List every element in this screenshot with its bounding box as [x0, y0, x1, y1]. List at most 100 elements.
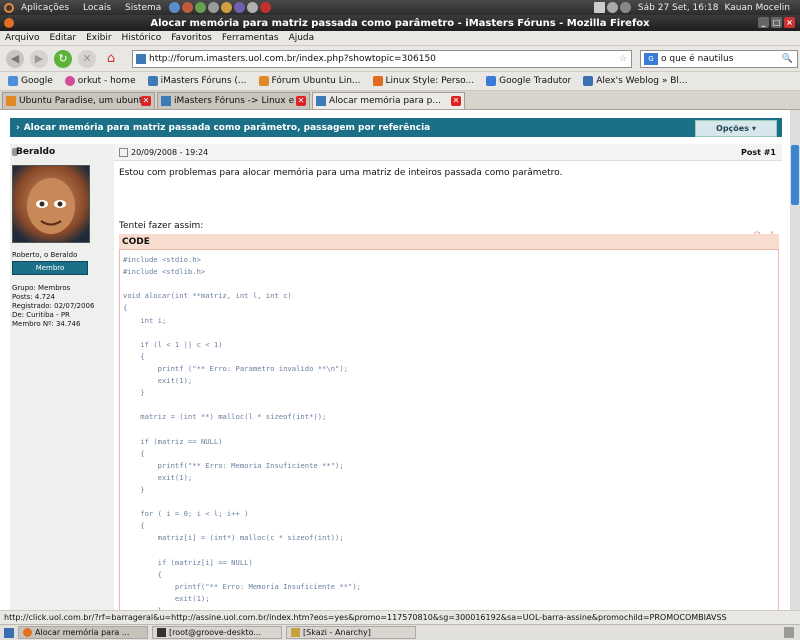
menu-system[interactable]: Sistema: [118, 3, 168, 13]
bookmarks-toolbar: Google orkut - home iMasters Fóruns (...…: [0, 72, 800, 91]
menu-places[interactable]: Locais: [76, 3, 118, 13]
search-text: o que é nautilus: [661, 54, 734, 64]
url-input[interactable]: http://forum.imasters.uol.com.br/index.p…: [132, 50, 632, 68]
menu-applications[interactable]: Aplicações: [14, 3, 76, 13]
favicon-icon: [147, 76, 158, 86]
window-title-bar[interactable]: Alocar memória para matriz passada como …: [0, 15, 800, 31]
menu-history[interactable]: Histórico: [117, 33, 167, 43]
network-icon[interactable]: [619, 2, 631, 13]
menu-tools[interactable]: Ferramentas: [217, 33, 284, 43]
favicon-icon: [8, 76, 18, 86]
site-favicon-icon: [136, 54, 146, 64]
launcher-icon[interactable]: [247, 2, 259, 13]
code-line: }: [123, 484, 145, 494]
status-url: http://click.uol.com.br/?rf=barrageral&u…: [4, 613, 727, 622]
mail-icon[interactable]: [593, 2, 605, 13]
bookmark-item[interactable]: Alex's Weblog » Bl...: [579, 76, 691, 86]
google-icon[interactable]: G: [644, 53, 658, 65]
menu-bookmarks[interactable]: Favoritos: [166, 33, 217, 43]
bookmark-item[interactable]: Linux Style: Perso...: [369, 76, 479, 86]
star-icon[interactable]: ☆: [619, 54, 627, 64]
favicon-icon: [486, 76, 497, 86]
code-block[interactable]: #include <stdio.h> #include <stdlib.h> voi…: [119, 249, 779, 610]
author-name[interactable]: Beraldo: [16, 147, 55, 157]
code-line: printf ("** Erro: Parametro invalido **\…: [123, 363, 349, 373]
code-line: {: [123, 351, 145, 361]
scrollbar[interactable]: [790, 110, 800, 610]
tab[interactable]: iMasters Fóruns -> Linux e di... ✕: [157, 92, 310, 109]
author-posts: Posts: 4.724: [12, 293, 55, 301]
code-line: }: [123, 388, 145, 398]
chevron-down-icon: ▾: [751, 124, 756, 133]
code-line: matriz[i] = (int*) malloc(c * sizeof(int…: [123, 533, 344, 543]
code-line: {: [123, 448, 145, 458]
code-line: {: [123, 521, 145, 531]
window-title: Alocar memória para matriz passada como …: [150, 17, 650, 29]
author-registered: Registrado: 02/07/2006: [12, 302, 95, 310]
firefox-icon: [23, 628, 32, 637]
menu-view[interactable]: Exibir: [81, 33, 116, 43]
close-tab-icon[interactable]: ✕: [296, 96, 306, 106]
page-content: › Alocar memória para matriz passada com…: [0, 110, 790, 610]
menu-file[interactable]: Arquivo: [0, 33, 44, 43]
tab-active[interactable]: Alocar memória para p... ✕: [312, 92, 465, 109]
user-name[interactable]: Kauan Mocelin: [724, 3, 790, 13]
ubuntu-logo-icon[interactable]: [4, 2, 14, 13]
code-line: void alocar(int **matriz, int l, int c): [123, 291, 292, 301]
code-line: {: [123, 303, 128, 313]
stop-icon[interactable]: ✕: [78, 49, 96, 68]
code-line: exit(1);: [123, 376, 193, 385]
scrollbar-thumb[interactable]: [791, 145, 799, 205]
top-panel: Aplicações Locais Sistema Sáb 27 Set, 16…: [0, 0, 800, 15]
forward-icon[interactable]: ▶: [30, 49, 48, 68]
home-icon[interactable]: ⌂: [102, 50, 120, 68]
launcher-icon[interactable]: [208, 2, 220, 13]
close-tab-icon[interactable]: ✕: [141, 96, 151, 106]
post-date: 20/09/2008 - 19:24: [131, 147, 209, 157]
taskbar-item[interactable]: [Skazi - Anarchy]: [286, 626, 416, 639]
search-icon[interactable]: 🔍: [782, 54, 793, 64]
clock[interactable]: Sáb 27 Set, 16:18: [638, 3, 719, 13]
options-button[interactable]: Opções ▾: [695, 120, 777, 137]
code-line: {: [123, 569, 162, 579]
terminal-icon: [157, 628, 166, 637]
launcher-icon[interactable]: [221, 2, 233, 13]
code-line: if (matriz == NULL): [123, 436, 223, 446]
taskbar-item[interactable]: [root@groove-deskto...: [152, 626, 282, 639]
avatar: [12, 165, 90, 243]
favicon-icon: [64, 76, 75, 86]
member-badge: Membro: [12, 261, 88, 275]
launcher-icon[interactable]: [182, 2, 194, 13]
favicon-icon: [6, 96, 16, 106]
post-body: 20/09/2008 - 19:24 Post #1 Estou com pro…: [114, 144, 782, 610]
taskbar: Alocar memória para ... [root@groove-des…: [0, 624, 800, 640]
bookmark-item[interactable]: iMasters Fóruns (...: [144, 76, 251, 86]
post-number[interactable]: Post #1: [741, 148, 776, 157]
minimize-icon[interactable]: _: [758, 17, 769, 28]
code-line: #include <stdlib.h>: [123, 267, 206, 277]
launcher-icon[interactable]: [260, 2, 272, 13]
tab[interactable]: Ubuntu Paradise, um ubuntu... ✕: [2, 92, 155, 109]
menu-help[interactable]: Ajuda: [284, 33, 320, 43]
maximize-icon[interactable]: □: [771, 17, 782, 28]
bookmark-item[interactable]: Fórum Ubuntu Lin...: [255, 76, 365, 86]
show-desktop-icon[interactable]: [4, 627, 14, 638]
code-line: for ( i = 0; i < l; i++ ): [123, 509, 249, 519]
bookmark-item[interactable]: orkut - home: [61, 76, 140, 86]
close-tab-icon[interactable]: ✕: [451, 96, 461, 106]
bookmark-item[interactable]: Google Tradutor: [482, 76, 575, 86]
status-bar: http://click.uol.com.br/?rf=barrageral&u…: [0, 610, 800, 624]
close-icon[interactable]: ×: [784, 17, 795, 28]
reload-icon[interactable]: ↻: [54, 49, 72, 68]
taskbar-item[interactable]: Alocar memória para ...: [18, 626, 148, 639]
search-input[interactable]: G o que é nautilus 🔍: [640, 50, 798, 68]
launcher-icon[interactable]: [169, 2, 181, 13]
trash-icon[interactable]: [784, 627, 794, 638]
volume-icon[interactable]: [606, 2, 618, 13]
bookmark-item[interactable]: Google: [4, 76, 57, 86]
launcher-icon[interactable]: [195, 2, 207, 13]
launcher-icon[interactable]: [234, 2, 246, 13]
menu-edit[interactable]: Editar: [44, 33, 81, 43]
favicon-icon: [372, 76, 383, 86]
back-icon[interactable]: ◀: [6, 49, 24, 68]
